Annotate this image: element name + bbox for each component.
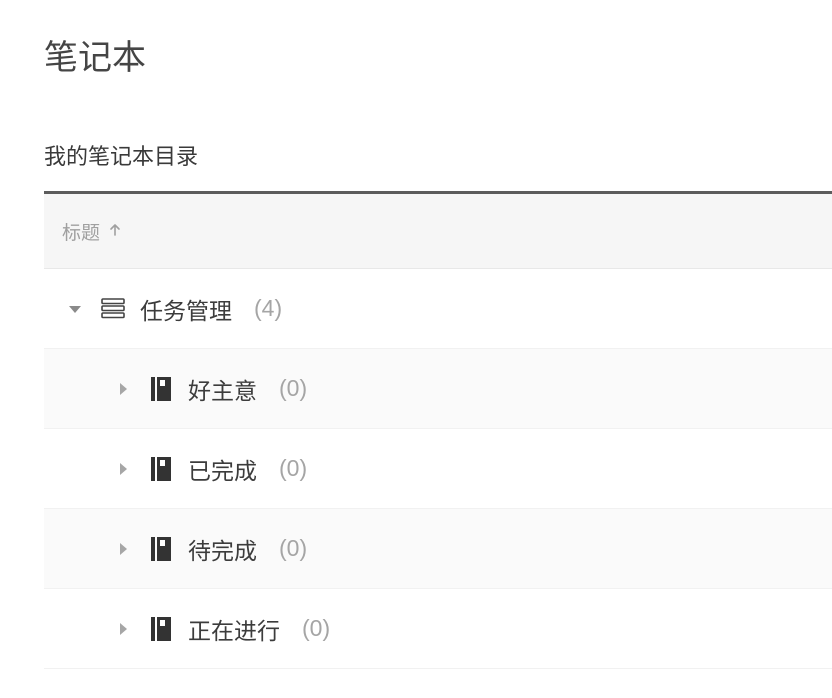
notebook-count: (0) <box>279 455 307 482</box>
notebook-count: (0) <box>279 535 307 562</box>
notebook-count: (0) <box>279 375 307 402</box>
notebook-icon <box>148 457 174 481</box>
notebook-icon <box>148 377 174 401</box>
notebook-count: (0) <box>302 615 330 642</box>
section-title: 我的笔记本目录 <box>44 139 832 171</box>
notebook-name: 好主意 <box>188 372 257 406</box>
notebook-name: 已完成 <box>188 452 257 486</box>
notebook-name: 待完成 <box>188 532 257 566</box>
notebook-row[interactable]: 好主意 (0) <box>44 349 832 429</box>
page-title: 笔记本 <box>44 30 832 79</box>
chevron-right-icon[interactable] <box>112 621 134 637</box>
notebook-icon <box>148 537 174 561</box>
notebook-row[interactable]: 正在进行 (0) <box>44 589 832 669</box>
notebook-name: 任务管理 <box>140 292 232 326</box>
notebook-icon <box>148 617 174 641</box>
notebook-row[interactable]: 任务管理 (4) <box>44 269 832 349</box>
chevron-right-icon[interactable] <box>112 461 134 477</box>
notebook-count: (4) <box>254 295 282 322</box>
sort-arrow-up-icon[interactable] <box>108 221 122 242</box>
chevron-right-icon[interactable] <box>112 381 134 397</box>
chevron-down-icon[interactable] <box>64 300 86 318</box>
notebook-name: 正在进行 <box>188 612 280 646</box>
notebook-row[interactable]: 已完成 (0) <box>44 429 832 509</box>
table-header[interactable]: 标题 <box>44 191 832 269</box>
column-title-label: 标题 <box>62 218 100 245</box>
notebook-row[interactable]: 待完成 (0) <box>44 509 832 589</box>
notebook-stack-icon <box>100 298 126 320</box>
chevron-right-icon[interactable] <box>112 541 134 557</box>
